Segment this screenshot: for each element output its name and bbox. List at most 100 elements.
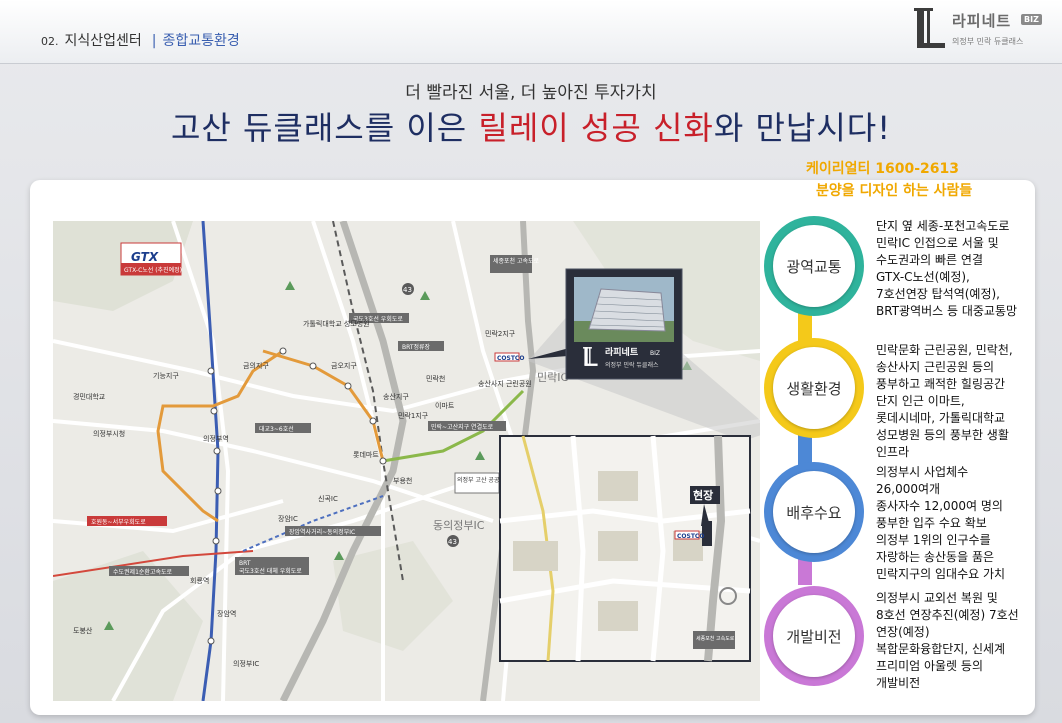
label-gineung: 기능지구: [153, 371, 179, 380]
desc-line: 인프라: [876, 445, 910, 459]
label-geumoh: 금오지구: [331, 361, 357, 370]
label-uijeongbu-ic: 의정부IC: [233, 659, 259, 668]
top-header: 02. 지식산업센터 | 종합교통환경 라피네트 BIZ 의정부 민락 듀클래스: [0, 0, 1062, 64]
label-sinchon: 신곡IC: [318, 494, 338, 503]
label-catholic: 가톨릭대학교 성모병원: [303, 319, 370, 328]
desc-line: 수도권과의 빠른 연결: [876, 253, 983, 267]
desc-line: 성모병원 등의 풍부한 생활: [876, 428, 1009, 442]
headline-sub: 더 빨라진 서울, 더 높아진 투자가치: [405, 83, 657, 103]
label-uijeongbu-station: 의정부역: [203, 434, 229, 443]
desc-line: 복합문화융합단지, 신세계: [876, 642, 1006, 656]
map-graphic: GTX GTX-C노선 (추진예정) 국도3호선 우회도로 민락~고산지구 연결…: [53, 221, 760, 701]
brand-name: 라피네트: [952, 12, 1012, 30]
label-brt-station: BRT정류장: [402, 343, 431, 351]
label-songsan2: 송산지구: [383, 392, 409, 401]
desc-line: 풍부한 입주 수요 확보: [876, 516, 987, 530]
desc-line: 단지 인근 이마트,: [876, 394, 965, 408]
feature-desc-living: 민락문화 근린공원, 민락천, 송산사지 근린공원 등의 풍부하고 쾌적한 힐링…: [876, 342, 1036, 461]
desc-line: 민락IC 인접으로 서울 및: [876, 236, 999, 250]
label-sudo: 수도권제1순환고속도로: [113, 568, 172, 576]
label-hoeryong: 회룡역: [190, 576, 209, 585]
route-43: 43: [403, 286, 412, 294]
gtx-sub: GTX-C노선 (추진예정): [124, 266, 182, 274]
headline-part2: 와 만납시다!: [713, 109, 892, 147]
label-jangamic: 장암IC: [278, 514, 298, 523]
feature-title-living: 생활환경: [773, 347, 855, 429]
label-dong-ic: 동의정부IC: [433, 519, 485, 532]
desc-line: 자랑하는 송산동을 품은: [876, 550, 995, 564]
feature-circle-transport: 광역교통: [764, 216, 864, 316]
desc-line: BRT광역버스 등 대중교통망: [876, 304, 1018, 318]
label-gosan-road: 민락~고산지구 연결도로: [431, 423, 494, 431]
label-dobong: 도봉산: [73, 626, 93, 635]
costco-label: COSTCO: [497, 355, 524, 362]
label-city-hall: 의정부시청: [93, 429, 125, 438]
desc-line: 단지 옆 세종-포천고속도로: [876, 219, 1010, 233]
feature-title-demand: 배후수요: [773, 471, 855, 553]
building-name: 라피네트: [605, 346, 639, 358]
feature-circle-demand: 배후수요: [764, 462, 864, 562]
label-emart: 이마트: [435, 401, 455, 410]
label-gukdo3: 국도3호선 대체 우회도로: [239, 567, 302, 575]
location-map: GTX GTX-C노선 (추진예정) 국도3호선 우회도로 민락~고산지구 연결…: [53, 221, 760, 701]
inset-map: 현장 COSTCO 세종포천 고속도로: [499, 435, 751, 662]
label-minrak2: 민락2지구: [485, 329, 516, 338]
brand-l-icon: [914, 8, 945, 48]
feature-desc-vision: 의정부시 교외선 복원 및 8호선 연장추진(예정) 7호선 연장(예정) 복합…: [876, 590, 1036, 692]
desc-line: 민락문화 근린공원, 민락천,: [876, 343, 1013, 357]
desc-line: 개발비전: [876, 676, 921, 690]
gtx-label: GTX: [131, 250, 159, 264]
label-buyong: 부용천: [393, 476, 412, 485]
desc-line: 7호선연장 탑석역(예정),: [876, 287, 1000, 301]
route-43b: 43: [448, 538, 457, 546]
desc-line: 의정부 1위의 인구수를: [876, 533, 991, 547]
breadcrumb: 02. 지식산업센터 | 종합교통환경: [41, 30, 240, 50]
label-lotte: 롯데마트: [353, 450, 379, 459]
label-jangam: 장암역: [217, 609, 236, 618]
section-number: 02.: [41, 35, 59, 48]
label-hojwon: 호원동~서부우회도로: [91, 518, 146, 526]
inset-sejong-label: 세종포천 고속도로: [696, 635, 735, 642]
building-photo-card: 라피네트 BIZ 의정부 민락 듀클래스: [565, 268, 683, 380]
desc-line: 롯데시네마, 가톨릭대학교: [876, 411, 1006, 425]
headline-part1: 고산 듀클래스를 이은: [170, 109, 479, 147]
desc-line: 송산사지 근린공원 등의: [876, 360, 995, 374]
desc-line: 26,000여개: [876, 482, 941, 496]
label-jangam-ic: 장암역사거리~동의정부IC: [289, 528, 355, 536]
inset-costco: COSTCO: [677, 533, 704, 540]
headline-highlight: 릴레이 성공 신화: [478, 109, 714, 147]
desc-line: 풍부하고 쾌적한 힐링공간: [876, 377, 1006, 391]
building-sub: 의정부 민락 듀클래스: [605, 361, 659, 369]
brand-subtitle: 의정부 민락 듀클래스: [952, 37, 1024, 46]
label-minrak-ch: 민락천: [426, 374, 445, 383]
feature-circle-vision: 개발비전: [764, 586, 864, 686]
breadcrumb-separator: |: [151, 33, 157, 49]
site-label: 현장: [693, 488, 713, 502]
brand-badge: BIZ: [1021, 14, 1042, 25]
contact-line1: 케이리얼티 1600-2613: [806, 161, 960, 177]
label-kyungmin: 경민대학교: [73, 392, 106, 401]
subsection-title: 종합교통환경: [162, 33, 240, 49]
contact-watermark: 케이리얼티 1600-2613 분양을 디자인 하는 사람들: [806, 158, 972, 202]
desc-line: 민락지구의 임대수요 가치: [876, 567, 1006, 581]
feature-desc-transport: 단지 옆 세종-포천고속도로 민락IC 인접으로 서울 및 수도권과의 빠른 연…: [876, 218, 1036, 320]
section-title: 지식산업센터: [64, 33, 142, 49]
building-badge: BIZ: [650, 350, 660, 357]
headline-main: 고산 듀클래스를 이은 릴레이 성공 신화와 만납시다!: [0, 103, 1062, 149]
desc-line: 의정부시 사업체수: [876, 465, 969, 479]
desc-line: GTX-C노선(예정),: [876, 270, 970, 284]
label-geumui: 금의지구: [243, 361, 269, 370]
gtx-badge: GTX GTX-C노선 (추진예정): [120, 242, 182, 276]
feature-circle-living: 생활환경: [764, 338, 864, 438]
desc-line: 연장(예정): [876, 625, 930, 639]
label-sejong: 세종포천 고속도로: [493, 257, 540, 265]
brand-logo: 라피네트 BIZ 의정부 민락 듀클래스: [914, 6, 1054, 56]
desc-line: 프리미엄 아울렛 등의: [876, 659, 983, 673]
feature-title-transport: 광역교통: [773, 225, 855, 307]
label-minrak1: 민락1지구: [398, 411, 429, 420]
feature-title-vision: 개발비전: [773, 595, 855, 677]
desc-line: 의정부시 교외선 복원 및: [876, 591, 998, 605]
label-brt2: BRT: [239, 560, 251, 567]
label-daegyo: 대교3~6호선: [259, 425, 294, 433]
desc-line: 종사자수 12,000여 명의: [876, 499, 1003, 513]
